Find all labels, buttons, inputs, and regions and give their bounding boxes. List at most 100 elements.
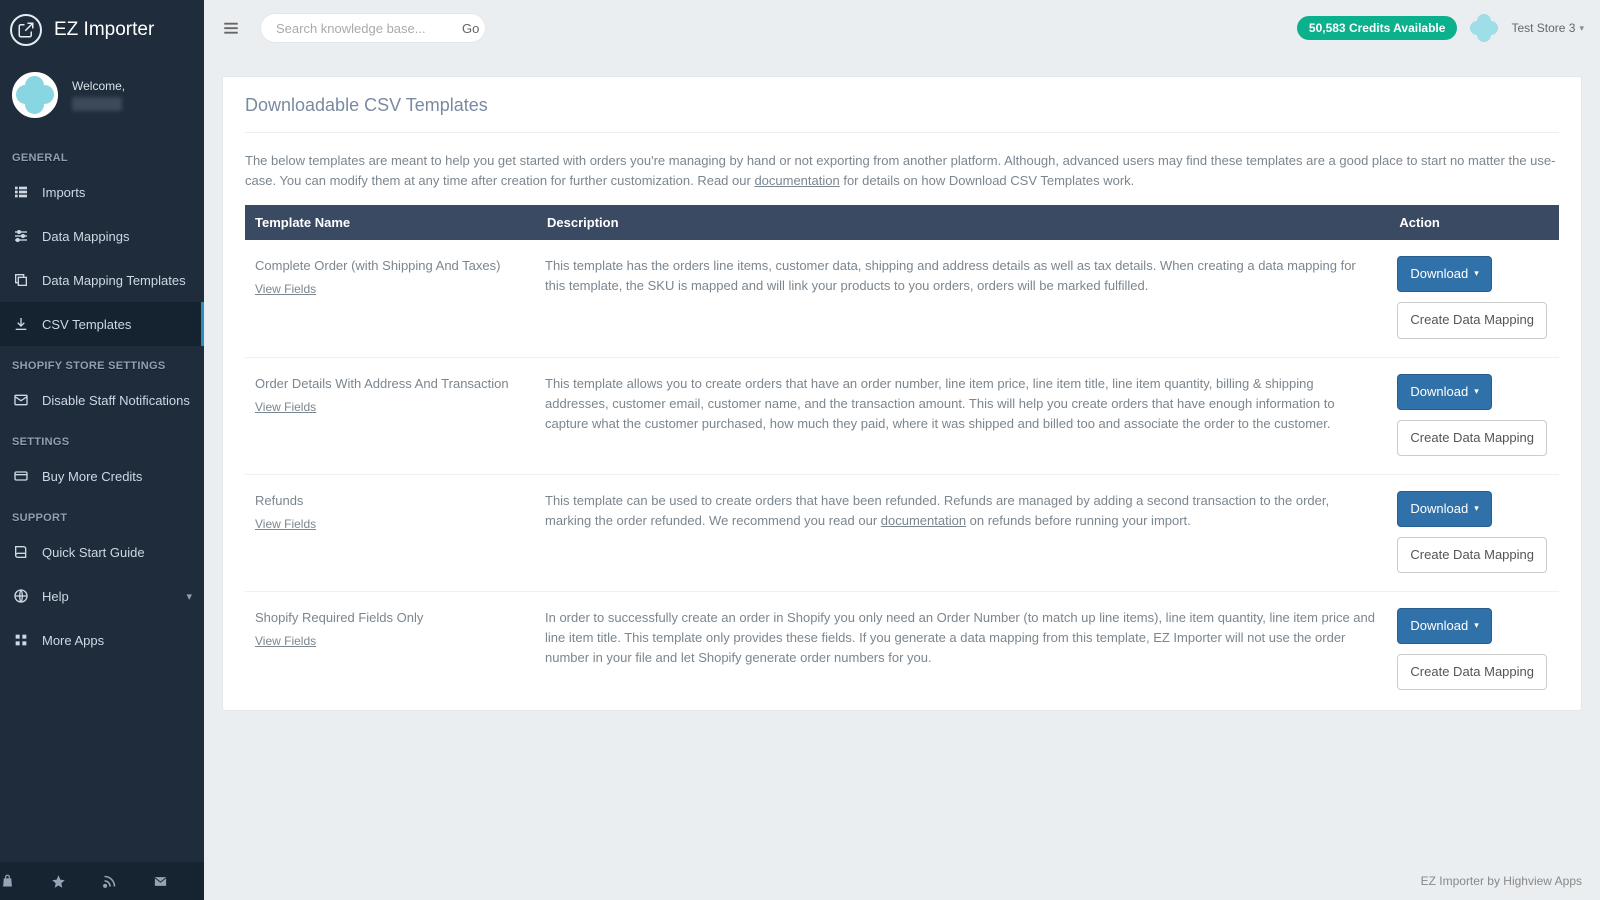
template-name: Refunds xyxy=(255,491,523,511)
page-title: Downloadable CSV Templates xyxy=(245,95,1559,133)
sliders-icon xyxy=(12,228,30,244)
search-input[interactable] xyxy=(276,21,452,36)
credits-badge: 50,583 Credits Available xyxy=(1297,16,1458,40)
topbar: Go 50,583 Credits Available Test Store 3… xyxy=(204,0,1600,56)
create-data-mapping-button[interactable]: Create Data Mapping xyxy=(1397,302,1547,338)
create-data-mapping-button[interactable]: Create Data Mapping xyxy=(1397,420,1547,456)
welcome-label: Welcome, xyxy=(72,79,125,93)
sidebar-item-label: Buy More Credits xyxy=(42,469,142,484)
caret-down-icon: ▾ xyxy=(1474,619,1479,633)
download-button[interactable]: Download ▾ xyxy=(1397,374,1491,410)
sidebar: EZ Importer Welcome, GENERAL Imports Dat… xyxy=(0,0,204,900)
sidebar-item-csv-templates[interactable]: CSV Templates xyxy=(0,302,204,346)
intro-text: The below templates are meant to help yo… xyxy=(245,133,1559,205)
template-description: In order to successfully create an order… xyxy=(535,592,1387,709)
template-name: Shopify Required Fields Only xyxy=(255,608,523,628)
table-row: Refunds View Fields This template can be… xyxy=(245,474,1559,591)
main-content: Downloadable CSV Templates The below tem… xyxy=(204,56,1600,862)
download-label: Download xyxy=(1410,499,1468,519)
globe-icon xyxy=(12,588,30,604)
welcome-block: Welcome, xyxy=(0,60,204,138)
brand: EZ Importer xyxy=(0,0,204,60)
section-settings: SETTINGS xyxy=(0,422,204,454)
view-fields-link[interactable]: View Fields xyxy=(255,280,316,299)
star-icon[interactable] xyxy=(51,874,102,889)
section-shopify: SHOPIFY STORE SETTINGS xyxy=(0,346,204,378)
hamburger-icon[interactable] xyxy=(214,15,248,41)
chevron-down-icon: ▾ xyxy=(186,590,192,603)
caret-down-icon: ▾ xyxy=(1474,267,1479,281)
envelope-icon[interactable] xyxy=(153,874,204,889)
th-description: Description xyxy=(535,205,1387,240)
refunds-documentation-link[interactable]: documentation xyxy=(881,513,966,528)
list-icon xyxy=(12,184,30,200)
sidebar-item-help[interactable]: Help ▾ xyxy=(0,574,204,618)
section-general: GENERAL xyxy=(0,138,204,170)
rss-icon[interactable] xyxy=(102,874,153,889)
logo-icon xyxy=(10,14,42,46)
intro-documentation-link[interactable]: documentation xyxy=(754,173,839,188)
book-icon xyxy=(12,544,30,560)
section-support: SUPPORT xyxy=(0,498,204,530)
templates-table: Template Name Description Action Complet… xyxy=(245,205,1559,708)
download-button[interactable]: Download ▾ xyxy=(1397,608,1491,644)
footer: EZ Importer by Highview Apps xyxy=(204,862,1600,900)
intro-part-b: for details on how Download CSV Template… xyxy=(840,173,1135,188)
mail-icon xyxy=(12,392,30,408)
caret-down-icon: ▾ xyxy=(1474,385,1479,399)
sidebar-footer xyxy=(0,862,204,900)
search-go-button[interactable]: Go xyxy=(452,21,479,36)
th-template-name: Template Name xyxy=(245,205,535,240)
footer-text: EZ Importer by Highview Apps xyxy=(1421,874,1582,888)
sidebar-item-data-mappings[interactable]: Data Mappings xyxy=(0,214,204,258)
sidebar-item-disable-staff-notifications[interactable]: Disable Staff Notifications xyxy=(0,378,204,422)
template-name: Complete Order (with Shipping And Taxes) xyxy=(255,256,523,276)
sidebar-item-label: Data Mappings xyxy=(42,229,129,244)
view-fields-link[interactable]: View Fields xyxy=(255,632,316,651)
template-name: Order Details With Address And Transacti… xyxy=(255,374,523,394)
avatar xyxy=(12,72,58,118)
search-box: Go xyxy=(260,13,486,43)
table-row: Complete Order (with Shipping And Taxes)… xyxy=(245,240,1559,357)
store-switcher[interactable]: Test Store 3 ▾ xyxy=(1511,21,1584,35)
bag-icon[interactable] xyxy=(0,874,51,889)
copy-icon xyxy=(12,272,30,288)
table-row: Shopify Required Fields Only View Fields… xyxy=(245,592,1559,709)
template-description: This template allows you to create order… xyxy=(535,357,1387,474)
brand-name: EZ Importer xyxy=(54,19,154,41)
store-avatar-icon xyxy=(1471,15,1497,41)
view-fields-link[interactable]: View Fields xyxy=(255,398,316,417)
download-icon xyxy=(12,316,30,332)
sidebar-item-imports[interactable]: Imports xyxy=(0,170,204,214)
sidebar-item-label: Data Mapping Templates xyxy=(42,273,186,288)
sidebar-item-label: Disable Staff Notifications xyxy=(42,393,190,408)
store-name: Test Store 3 xyxy=(1511,21,1575,35)
sidebar-item-data-mapping-templates[interactable]: Data Mapping Templates xyxy=(0,258,204,302)
sidebar-item-label: Imports xyxy=(42,185,85,200)
grid-icon xyxy=(12,632,30,648)
chevron-down-icon: ▾ xyxy=(1579,23,1584,34)
download-label: Download xyxy=(1410,264,1468,284)
download-label: Download xyxy=(1410,616,1468,636)
sidebar-item-quick-start-guide[interactable]: Quick Start Guide xyxy=(0,530,204,574)
create-data-mapping-button[interactable]: Create Data Mapping xyxy=(1397,537,1547,573)
view-fields-link[interactable]: View Fields xyxy=(255,515,316,534)
sidebar-item-label: Quick Start Guide xyxy=(42,545,145,560)
template-description: This template has the orders line items,… xyxy=(535,240,1387,357)
download-button[interactable]: Download ▾ xyxy=(1397,256,1491,292)
table-row: Order Details With Address And Transacti… xyxy=(245,357,1559,474)
create-data-mapping-button[interactable]: Create Data Mapping xyxy=(1397,654,1547,690)
download-label: Download xyxy=(1410,382,1468,402)
desc-part-b: on refunds before running your import. xyxy=(966,513,1191,528)
sidebar-item-label: Help xyxy=(42,589,69,604)
caret-down-icon: ▾ xyxy=(1474,502,1479,516)
sidebar-item-label: CSV Templates xyxy=(42,317,131,332)
sidebar-item-more-apps[interactable]: More Apps xyxy=(0,618,204,662)
credit-card-icon xyxy=(12,468,30,484)
panel: Downloadable CSV Templates The below tem… xyxy=(222,76,1582,711)
download-button[interactable]: Download ▾ xyxy=(1397,491,1491,527)
sidebar-item-buy-more-credits[interactable]: Buy More Credits xyxy=(0,454,204,498)
template-description: This template can be used to create orde… xyxy=(535,474,1387,591)
th-action: Action xyxy=(1387,205,1559,240)
welcome-username-redacted xyxy=(72,97,122,111)
